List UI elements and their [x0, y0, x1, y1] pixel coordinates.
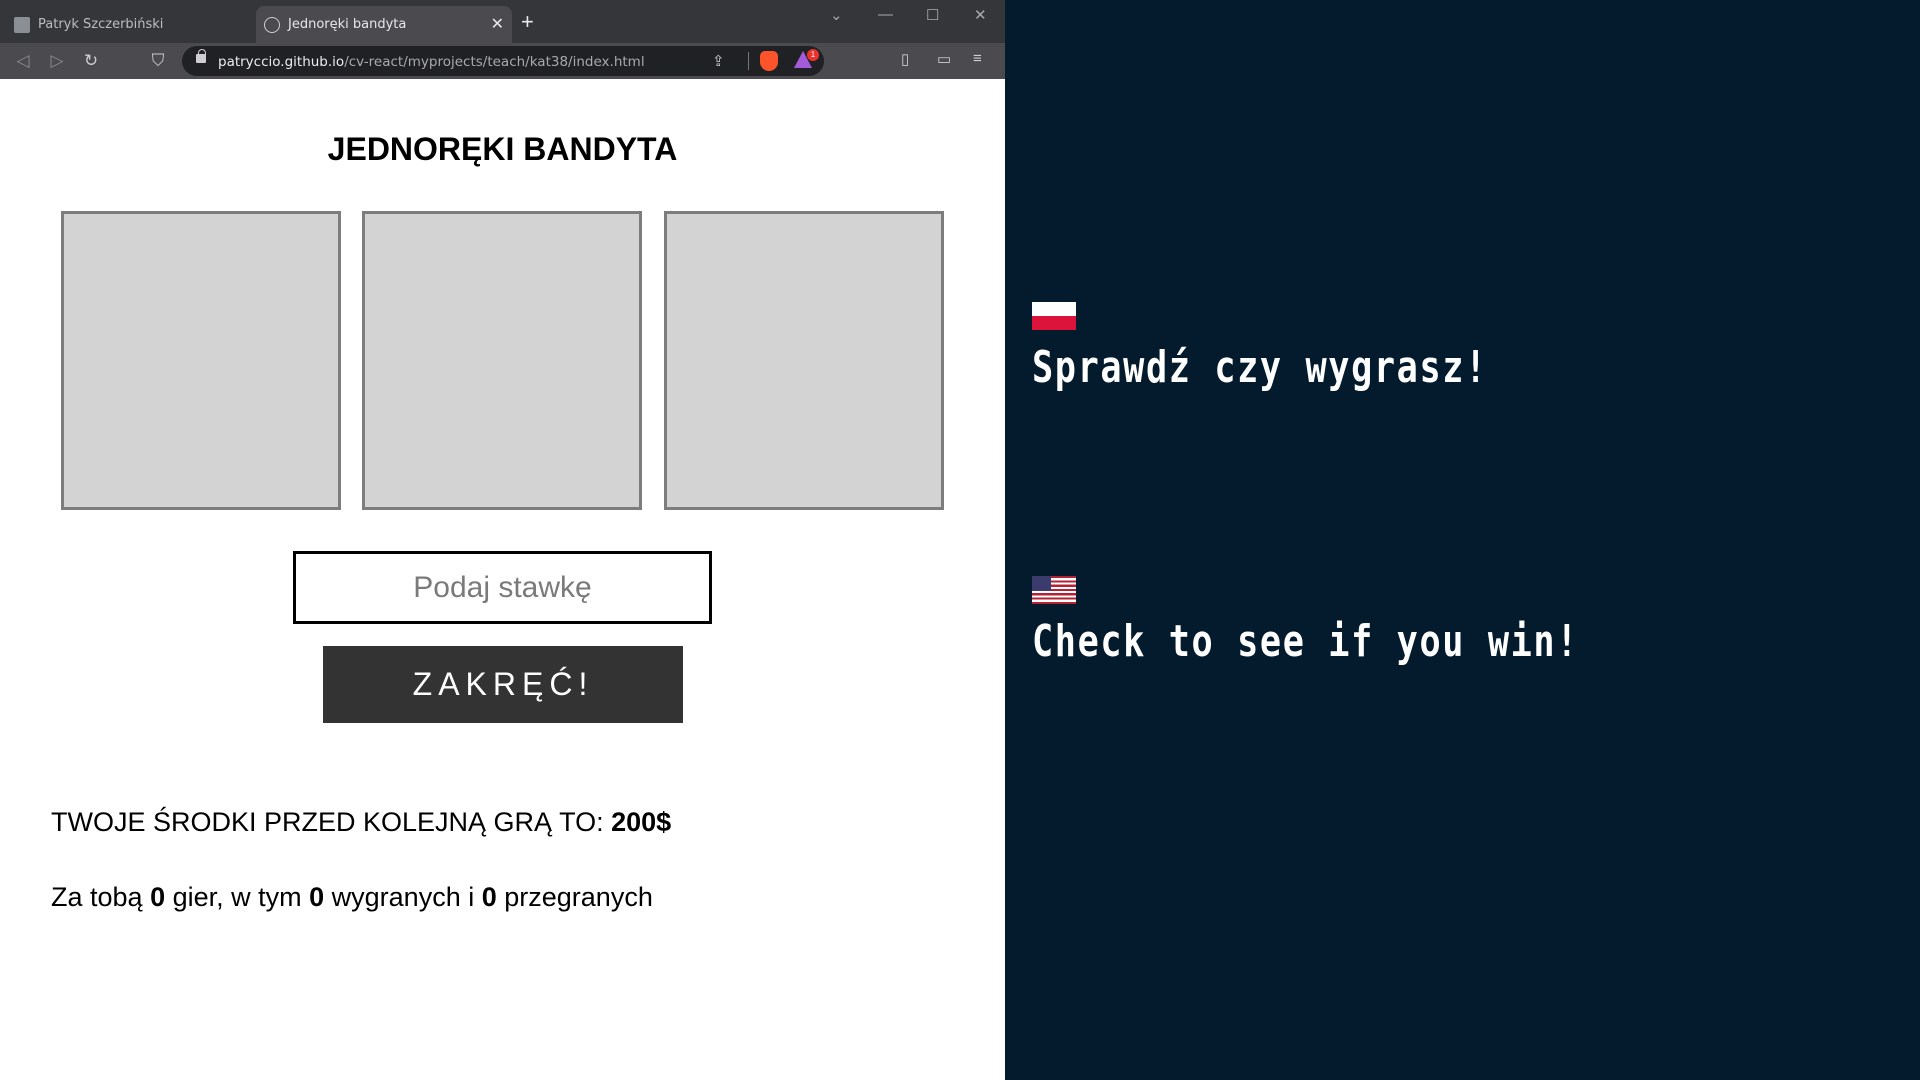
brave-shields-icon[interactable]: [760, 51, 778, 71]
url-host: patryccio.github.io: [218, 54, 345, 70]
omnibox-divider: [748, 52, 749, 70]
forward-icon[interactable]: ▷: [46, 50, 68, 72]
bet-input[interactable]: [293, 551, 712, 624]
profile-photo-icon: [14, 16, 30, 33]
globe-icon: [264, 16, 280, 33]
games-count: 0: [150, 882, 166, 912]
stats-wins-suffix: wygranych i: [324, 882, 482, 912]
share-icon[interactable]: ⇪: [712, 52, 725, 70]
caption-polish: Sprawdź czy wygrasz!: [1032, 342, 1488, 393]
tab-bar: Patryk Szczerbiński Jednoręki bandyta ✕ …: [0, 0, 1005, 43]
rewards-badge: 1: [807, 49, 819, 61]
browser-window: Patryk Szczerbiński Jednoręki bandyta ✕ …: [0, 0, 1005, 1080]
tab-search-icon[interactable]: ⌄: [830, 6, 843, 24]
lock-icon: [196, 49, 206, 63]
page-content: JEDNORĘKI BANDYTA ZAKRĘĆ! TWOJE ŚRODKI P…: [0, 79, 1005, 1080]
sidebar-icon[interactable]: ▯: [901, 50, 909, 68]
losses-count: 0: [481, 882, 497, 912]
tab-title: Patryk Szczerbiński: [38, 17, 164, 32]
game-stats: Za tobą 0 gier, w tym 0 wygranych i 0 pr…: [51, 882, 653, 913]
back-icon[interactable]: ◁: [12, 50, 34, 72]
tab-title: Jednoręki bandyta: [288, 17, 407, 32]
window-close-icon[interactable]: ✕: [974, 6, 987, 24]
address-bar[interactable]: patryccio.github.io/cv-react/myprojects/…: [182, 46, 824, 76]
url-text[interactable]: patryccio.github.io/cv-react/myprojects/…: [218, 54, 645, 70]
wins-count: 0: [309, 882, 325, 912]
stats-losses-suffix: przegranych: [496, 882, 653, 912]
menu-icon[interactable]: ≡: [973, 50, 982, 67]
funds-value: 200$: [611, 807, 672, 837]
tab-patryk[interactable]: Patryk Szczerbiński: [6, 6, 250, 43]
tab-jednoreki-bandyta[interactable]: Jednoręki bandyta ✕: [256, 6, 512, 43]
url-path: /cv-react/myprojects/teach/kat38/index.h…: [344, 54, 645, 70]
minimize-icon[interactable]: —: [878, 6, 893, 23]
funds-text: TWOJE ŚRODKI PRZED KOLEJNĄ GRĄ TO: 200$: [51, 807, 671, 838]
page-title: JEDNORĘKI BANDYTA: [327, 131, 678, 167]
new-tab-button[interactable]: +: [521, 10, 534, 34]
slot-3: [664, 211, 944, 510]
stats-prefix: Za tobą: [51, 882, 151, 912]
wallet-icon[interactable]: ▭: [937, 50, 951, 68]
stats-games-suffix: gier, w tym: [165, 882, 310, 912]
slot-2: [362, 211, 642, 510]
maximize-icon[interactable]: ☐: [926, 6, 939, 24]
funds-label: TWOJE ŚRODKI PRZED KOLEJNĄ GRĄ TO:: [51, 807, 612, 837]
caption-english: Check to see if you win!: [1032, 616, 1580, 667]
reload-icon[interactable]: ↻: [80, 50, 102, 72]
bookmark-icon[interactable]: ⛉: [147, 50, 169, 72]
browser-toolbar: ◁ ▷ ↻ ⛉ patryccio.github.io/cv-react/myp…: [0, 43, 1005, 79]
slot-1: [61, 211, 341, 510]
spin-button[interactable]: ZAKRĘĆ!: [323, 646, 683, 723]
close-tab-icon[interactable]: ✕: [491, 15, 504, 33]
usa-flag-icon: [1032, 576, 1076, 604]
poland-flag-icon: [1032, 302, 1076, 330]
